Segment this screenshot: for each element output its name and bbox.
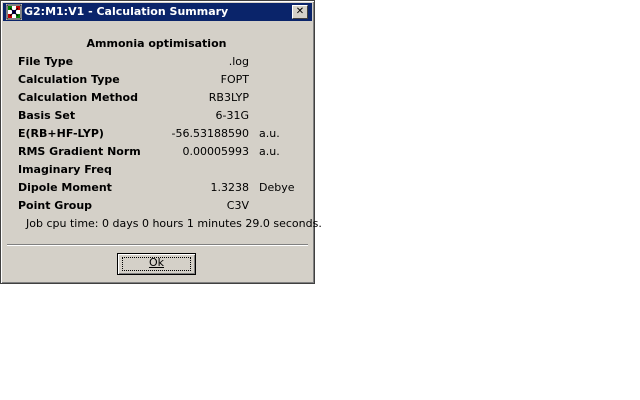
row-value: C3V [226,199,249,212]
row-value: -56.53188590 [171,127,249,140]
job-cpu-time: Job cpu time: 0 days 0 hours 1 minutes 2… [26,217,322,230]
row-label: Calculation Type [18,73,120,86]
calculation-summary-dialog: G2:M1:V1 - Calculation Summary ✕ Ammonia… [0,0,322,284]
row-label: Basis Set [18,109,76,122]
row-value: RB3LYP [208,91,249,104]
row-value: FOPT [220,73,249,86]
ok-button-label: Ok [148,256,165,269]
row-basis-set: Basis Set 6-31G [1,109,312,123]
separator [7,244,308,246]
row-dipole-moment: Dipole Moment 1.3238 Debye [1,181,312,195]
row-label: Calculation Method [18,91,138,104]
ok-button[interactable]: Ok [117,253,196,275]
close-button[interactable]: ✕ [292,5,308,19]
row-rms-gradient-norm: RMS Gradient Norm 0.00005993 a.u. [1,145,312,159]
row-value: .log [228,55,249,68]
row-value: 0.00005993 [182,145,249,158]
close-icon: ✕ [295,6,305,17]
row-unit: a.u. [259,145,280,158]
row-label: Dipole Moment [18,181,112,194]
summary-heading: Ammonia optimisation [86,37,227,50]
title-bar[interactable]: G2:M1:V1 - Calculation Summary ✕ [3,3,312,21]
app-icon [6,4,22,20]
row-label: Point Group [18,199,93,212]
row-calculation-type: Calculation Type FOPT [1,73,312,87]
row-value: 1.3238 [210,181,250,194]
row-label: File Type [18,55,74,68]
row-unit: a.u. [259,127,280,140]
row-unit: Debye [259,181,295,194]
row-file-type: File Type .log [1,55,312,69]
row-point-group: Point Group C3V [1,199,312,213]
row-imaginary-freq: Imaginary Freq [1,163,312,177]
row-label: Imaginary Freq [18,163,112,176]
row-value: 6-31G [215,109,250,122]
row-label: RMS Gradient Norm [18,145,141,158]
row-calculation-method: Calculation Method RB3LYP [1,91,312,105]
row-label: E(RB+HF-LYP) [18,127,104,140]
row-energy: E(RB+HF-LYP) -56.53188590 a.u. [1,127,312,141]
window-title: G2:M1:V1 - Calculation Summary [24,5,229,18]
